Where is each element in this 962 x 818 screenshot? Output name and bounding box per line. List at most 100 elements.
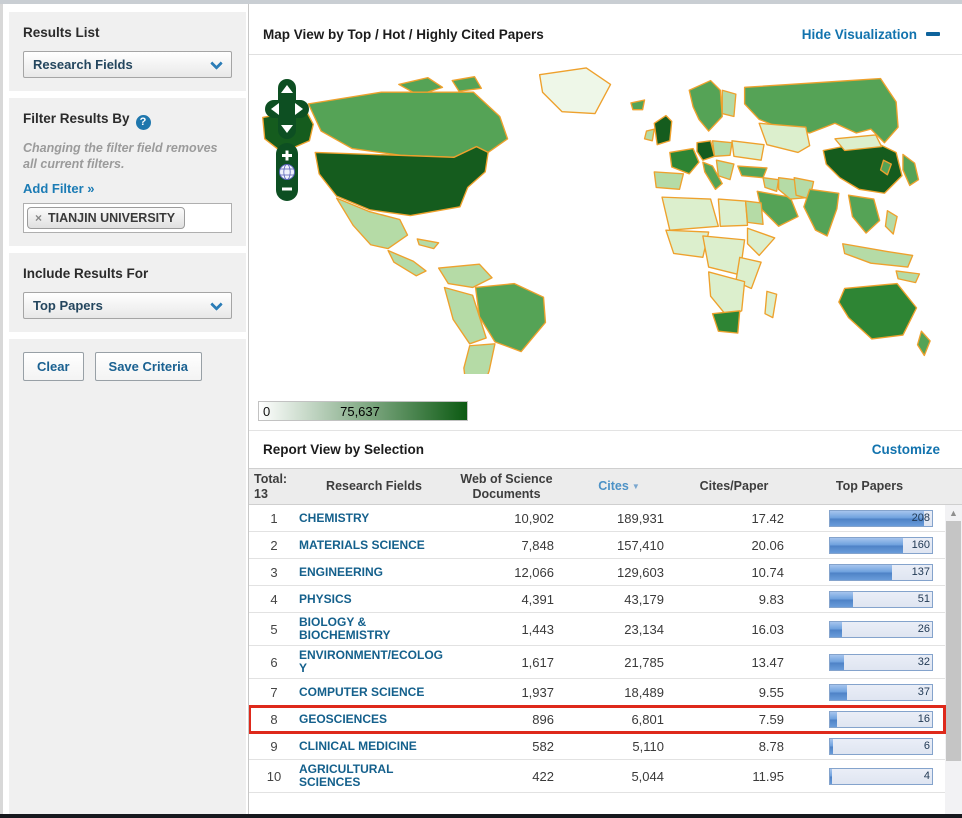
map-area: 0 75,637 (249, 55, 962, 431)
research-field-link[interactable]: CHEMISTRY (299, 512, 449, 525)
top-papers-cell: 137 (794, 564, 945, 581)
cites-per-paper-value: 16.03 (674, 622, 794, 637)
column-header-cites-per-paper[interactable]: Cites/Paper (674, 479, 794, 493)
research-field-link[interactable]: CLINICAL MEDICINE (299, 740, 449, 753)
include-results-title: Include Results For (23, 266, 232, 281)
map-region-greenland[interactable] (540, 68, 611, 114)
map-pan-control[interactable] (265, 79, 309, 139)
research-field-link[interactable]: ENVIRONMENT/ECOLOGY (299, 649, 449, 675)
row-rank: 3 (249, 565, 299, 580)
scroll-up-icon[interactable]: ▲ (945, 505, 962, 521)
map-region-egypt[interactable] (746, 201, 763, 224)
map-region-southeast-asia[interactable] (849, 195, 880, 233)
top-papers-value: 16 (918, 713, 930, 725)
map-region-south-africa[interactable] (713, 311, 740, 333)
top-papers-bar: 4 (829, 768, 933, 785)
map-zoom-control[interactable] (274, 143, 300, 201)
top-papers-bar: 51 (829, 591, 933, 608)
wos-documents-value: 422 (449, 769, 564, 784)
research-field-link[interactable]: GEOSCIENCES (299, 713, 449, 726)
research-field-link[interactable]: PHYSICS (299, 593, 449, 606)
top-papers-bar: 137 (829, 564, 933, 581)
include-results-dropdown[interactable]: Top Papers (23, 292, 232, 319)
map-region-iceland[interactable] (631, 100, 645, 110)
remove-filter-icon[interactable]: × (35, 211, 42, 225)
chevron-down-icon (210, 57, 223, 70)
map-region-new-zealand[interactable] (918, 331, 931, 355)
save-criteria-button[interactable]: Save Criteria (95, 352, 203, 381)
map-region-philippines[interactable] (885, 211, 897, 234)
map-region-germany[interactable] (697, 141, 714, 160)
scrollbar-thumb[interactable] (946, 521, 961, 761)
map-region-west-africa[interactable] (666, 230, 709, 257)
clear-button[interactable]: Clear (23, 352, 84, 381)
add-filter-link[interactable]: Add Filter » (23, 181, 95, 196)
research-field-link[interactable]: AGRICULTURAL SCIENCES (299, 763, 449, 789)
table-scrollbar[interactable]: ▲ (945, 505, 962, 814)
map-region-norway-sweden[interactable] (689, 81, 722, 132)
map-region-brazil[interactable] (476, 284, 546, 352)
research-field-link[interactable]: COMPUTER SCIENCE (299, 686, 449, 699)
map-region-japan[interactable] (903, 154, 919, 185)
cites-value: 6,801 (564, 712, 674, 727)
results-list-dropdown-value: Research Fields (33, 57, 133, 72)
cites-value: 5,044 (564, 769, 674, 784)
wos-documents-value: 582 (449, 739, 564, 754)
row-rank: 8 (249, 712, 299, 727)
map-region-new-guinea[interactable] (896, 271, 919, 283)
help-icon[interactable]: ? (136, 115, 151, 130)
active-filters-box: × TIANJIN UNIVERSITY (23, 203, 232, 233)
chevron-down-icon (210, 298, 223, 311)
map-region-madagascar[interactable] (765, 291, 777, 317)
map-region-spain-portugal[interactable] (654, 172, 683, 189)
filter-chip[interactable]: × TIANJIN UNIVERSITY (27, 207, 185, 229)
map-region-levant[interactable] (763, 178, 779, 192)
report-view-title: Report View by Selection (263, 442, 424, 457)
top-papers-cell: 26 (794, 621, 945, 638)
map-region-arctic-islands-east[interactable] (452, 77, 481, 92)
map-region-colombia-venezuela[interactable] (439, 264, 492, 287)
map-region-horn-of-africa[interactable] (748, 228, 775, 255)
filter-section: Filter Results By? Changing the filter f… (9, 98, 246, 246)
row-rank: 1 (249, 511, 299, 526)
map-region-libya[interactable] (718, 199, 747, 226)
map-region-turkey[interactable] (738, 166, 767, 178)
research-field-link[interactable]: ENGINEERING (299, 566, 449, 579)
map-region-caribbean[interactable] (417, 239, 438, 249)
research-field-link[interactable]: BIOLOGY & BIOCHEMISTRY (299, 616, 449, 642)
top-papers-cell: 208 (794, 510, 945, 527)
report-view-header: Report View by Selection Customize (249, 431, 962, 468)
cites-per-paper-value: 9.55 (674, 685, 794, 700)
cites-per-paper-value: 13.47 (674, 655, 794, 670)
map-region-india[interactable] (804, 189, 839, 236)
map-region-ukraine[interactable] (732, 141, 764, 160)
map-region-argentina-chile[interactable] (464, 344, 495, 374)
map-region-indonesia[interactable] (843, 244, 913, 267)
map-region-uk[interactable] (654, 116, 671, 145)
column-header-research-fields[interactable]: Research Fields (299, 479, 449, 493)
world-map (255, 63, 935, 374)
row-rank: 4 (249, 592, 299, 607)
column-header-cites[interactable]: Cites▼ (564, 479, 674, 493)
wos-documents-value: 1,443 (449, 622, 564, 637)
column-header-top-papers[interactable]: Top Papers (794, 479, 945, 493)
top-papers-bar: 26 (829, 621, 933, 638)
map-region-central-europe[interactable] (713, 141, 732, 157)
map-region-north-africa[interactable] (662, 197, 718, 230)
map-region-france[interactable] (670, 149, 699, 174)
filter-chip-label: TIANJIN UNIVERSITY (48, 211, 175, 225)
results-list-dropdown[interactable]: Research Fields (23, 51, 232, 78)
customize-link[interactable]: Customize (872, 442, 940, 457)
map-region-finland[interactable] (722, 90, 736, 116)
map-region-central-america[interactable] (388, 251, 426, 276)
cites-value: 157,410 (564, 538, 674, 553)
research-field-link[interactable]: MATERIALS SCIENCE (299, 539, 449, 552)
map-region-kazakhstan[interactable] (759, 123, 810, 152)
results-list-section: Results List Research Fields (9, 12, 246, 91)
hide-visualization-link[interactable]: Hide Visualization (802, 27, 940, 42)
map-region-ireland[interactable] (645, 129, 655, 141)
filter-title: Filter Results By? (23, 111, 232, 130)
map-region-australia[interactable] (839, 284, 917, 339)
results-list-title: Results List (23, 25, 232, 40)
column-header-wos-documents[interactable]: Web of Science Documents (449, 472, 564, 501)
